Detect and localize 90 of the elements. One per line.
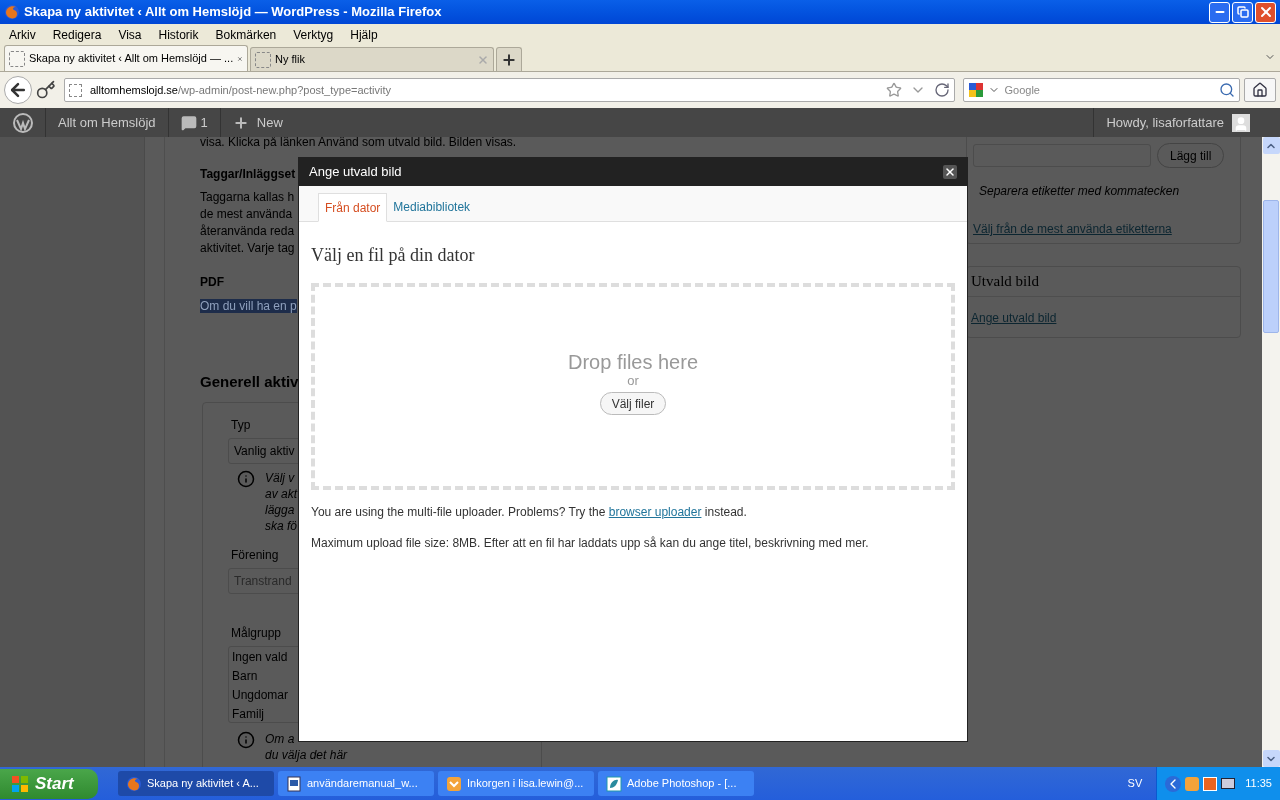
field-label: Typ [231, 416, 251, 434]
section-subheading: Taggar/Inläggset [200, 166, 296, 183]
dialog-tab[interactable]: Från dator [318, 193, 388, 222]
window-title: Skapa ny aktivitet ‹ Allt om Hemslöjd — WordPress - Mozilla Firefox [24, 3, 442, 22]
help-text: du välja det här [265, 746, 348, 763]
body-text: återanvända reda [200, 223, 295, 240]
body-text: de mest använda [200, 206, 293, 223]
tab-title: Skapa ny aktivitet ‹ Allt om Hemslöjd — ... [29, 51, 234, 67]
plus-icon[interactable] [232, 114, 249, 131]
taskbar-button[interactable]: Skapa ny aktivitet ‹ A... [118, 771, 274, 796]
field-label: Förening [231, 546, 279, 564]
restore-icon[interactable] [1236, 6, 1249, 18]
menu-item[interactable]: Historik [153, 26, 204, 44]
tab-title: Ny flik [275, 52, 306, 68]
section-heading: Generell aktiv [200, 372, 299, 392]
fox-globe-icon [126, 775, 142, 792]
restore-button[interactable] [1232, 1, 1253, 23]
windows-flag-icon [10, 773, 30, 794]
search-icon[interactable] [1219, 82, 1236, 98]
start-button[interactable]: Start [0, 768, 98, 799]
comment-count[interactable]: 1 [200, 112, 208, 133]
language-indicator[interactable]: SV [1127, 775, 1143, 792]
search-engine-icon [968, 82, 985, 98]
help-text: av akt [265, 485, 297, 502]
bookmark-star-icon[interactable] [886, 82, 903, 98]
scrollbar[interactable] [1262, 137, 1280, 767]
address-text: alltomhemslojd.se/wp-admin/post-new.php?post_type=activity [89, 82, 392, 98]
menu-item[interactable]: Verktyg [288, 26, 339, 44]
field-label: Målgrupp [231, 624, 282, 642]
info-icon [237, 730, 255, 749]
menu-item[interactable]: Arkiv [4, 26, 41, 44]
account-greeting[interactable]: Howdy, lisaforfattare [1106, 112, 1224, 133]
blank-page-icon [68, 83, 82, 97]
section-subheading: PDF [200, 274, 224, 291]
blank-page-icon [255, 51, 271, 68]
comment-icon[interactable] [180, 114, 197, 131]
new-link[interactable]: New [256, 112, 283, 133]
help-text: Om a [265, 730, 296, 747]
body-text: aktivitet. Varje tag [200, 240, 295, 257]
photoshop-leaf-icon [606, 775, 622, 792]
info-icon [237, 469, 255, 488]
home-icon[interactable] [1252, 82, 1268, 98]
search-input[interactable]: Google [1004, 81, 1216, 99]
dialog-title: Ange utvald bild [309, 163, 402, 182]
minimize-button[interactable] [1209, 1, 1230, 23]
search-field[interactable]: Google [963, 78, 1241, 102]
clock[interactable]: 11:35 [1245, 775, 1272, 792]
list-option[interactable]: Ingen vald [232, 647, 288, 667]
list-option[interactable]: Ungdomar [232, 685, 289, 705]
help-text: lägga [265, 501, 296, 518]
close-button[interactable] [943, 165, 957, 179]
taskbar-button[interactable]: Adobe Photoshop - [... [598, 771, 754, 796]
body-text: visa. Klicka på länken Använd som utvald bild. Bilden visas. [200, 137, 517, 151]
menu-item[interactable]: Visa [113, 26, 147, 44]
scroll-thumb[interactable] [1263, 200, 1279, 333]
blank-page-icon [9, 50, 25, 67]
list-option[interactable]: Barn [232, 666, 258, 686]
avatar-icon [1232, 113, 1250, 132]
selected-text: Om du vill ha en p [200, 299, 297, 313]
menu-item[interactable]: Hjälp [345, 26, 383, 44]
max-size-note: Maximum upload file size: 8MB. Efter att en fil har laddats upp så kan du ange titel, beskrivning med mer. [311, 535, 870, 552]
menu-item[interactable]: Bokmärken [210, 26, 282, 44]
hint-text: Separera etiketter med kommatecken [979, 183, 1180, 200]
key-icon[interactable] [35, 80, 56, 100]
taskbar-button[interactable]: Inkorgen i lisa.lewin@... [438, 771, 594, 796]
expand-tray-icon[interactable] [1165, 775, 1182, 792]
help-text: ska fö [265, 517, 297, 534]
menu-item[interactable]: Redigera [47, 26, 107, 44]
address-field[interactable]: alltomhemslojd.se/wp-admin/post-new.php?post_type=activity [63, 78, 956, 102]
body-text: Taggarna kallas h [200, 189, 295, 206]
list-option[interactable]: Familj [232, 704, 264, 724]
plus-icon[interactable] [501, 51, 517, 68]
drop-zone[interactable]: Drop files here or Välj filer [311, 283, 955, 490]
browser-tab[interactable]: Skapa ny aktivitet ‹ Allt om Hemslöjd — ... [4, 45, 248, 71]
home-button[interactable] [1244, 78, 1276, 102]
dialog-heading: Välj en fil på din dator [311, 244, 476, 267]
or-text: or [627, 373, 639, 388]
drop-text: Drop files here [567, 351, 699, 373]
browser-uploader-link[interactable]: browser uploader [608, 505, 702, 519]
select-files-button[interactable]: Välj filer [599, 392, 667, 415]
wordpress-logo-icon[interactable] [12, 112, 33, 133]
document-icon [286, 775, 302, 792]
dialog-tab[interactable]: Mediabibliotek [387, 192, 477, 221]
browser-tab[interactable]: Ny flik [250, 47, 494, 71]
fox-globe-icon [4, 4, 20, 20]
uploader-note: You are using the multi-file uploader. Problems? Try the browser uploader instead. [311, 504, 748, 521]
new-tab-button[interactable] [496, 47, 522, 71]
reload-icon[interactable] [934, 82, 951, 98]
taskbar-button[interactable]: användaremanual_w... [278, 771, 434, 796]
help-text: Välj v [265, 469, 296, 486]
